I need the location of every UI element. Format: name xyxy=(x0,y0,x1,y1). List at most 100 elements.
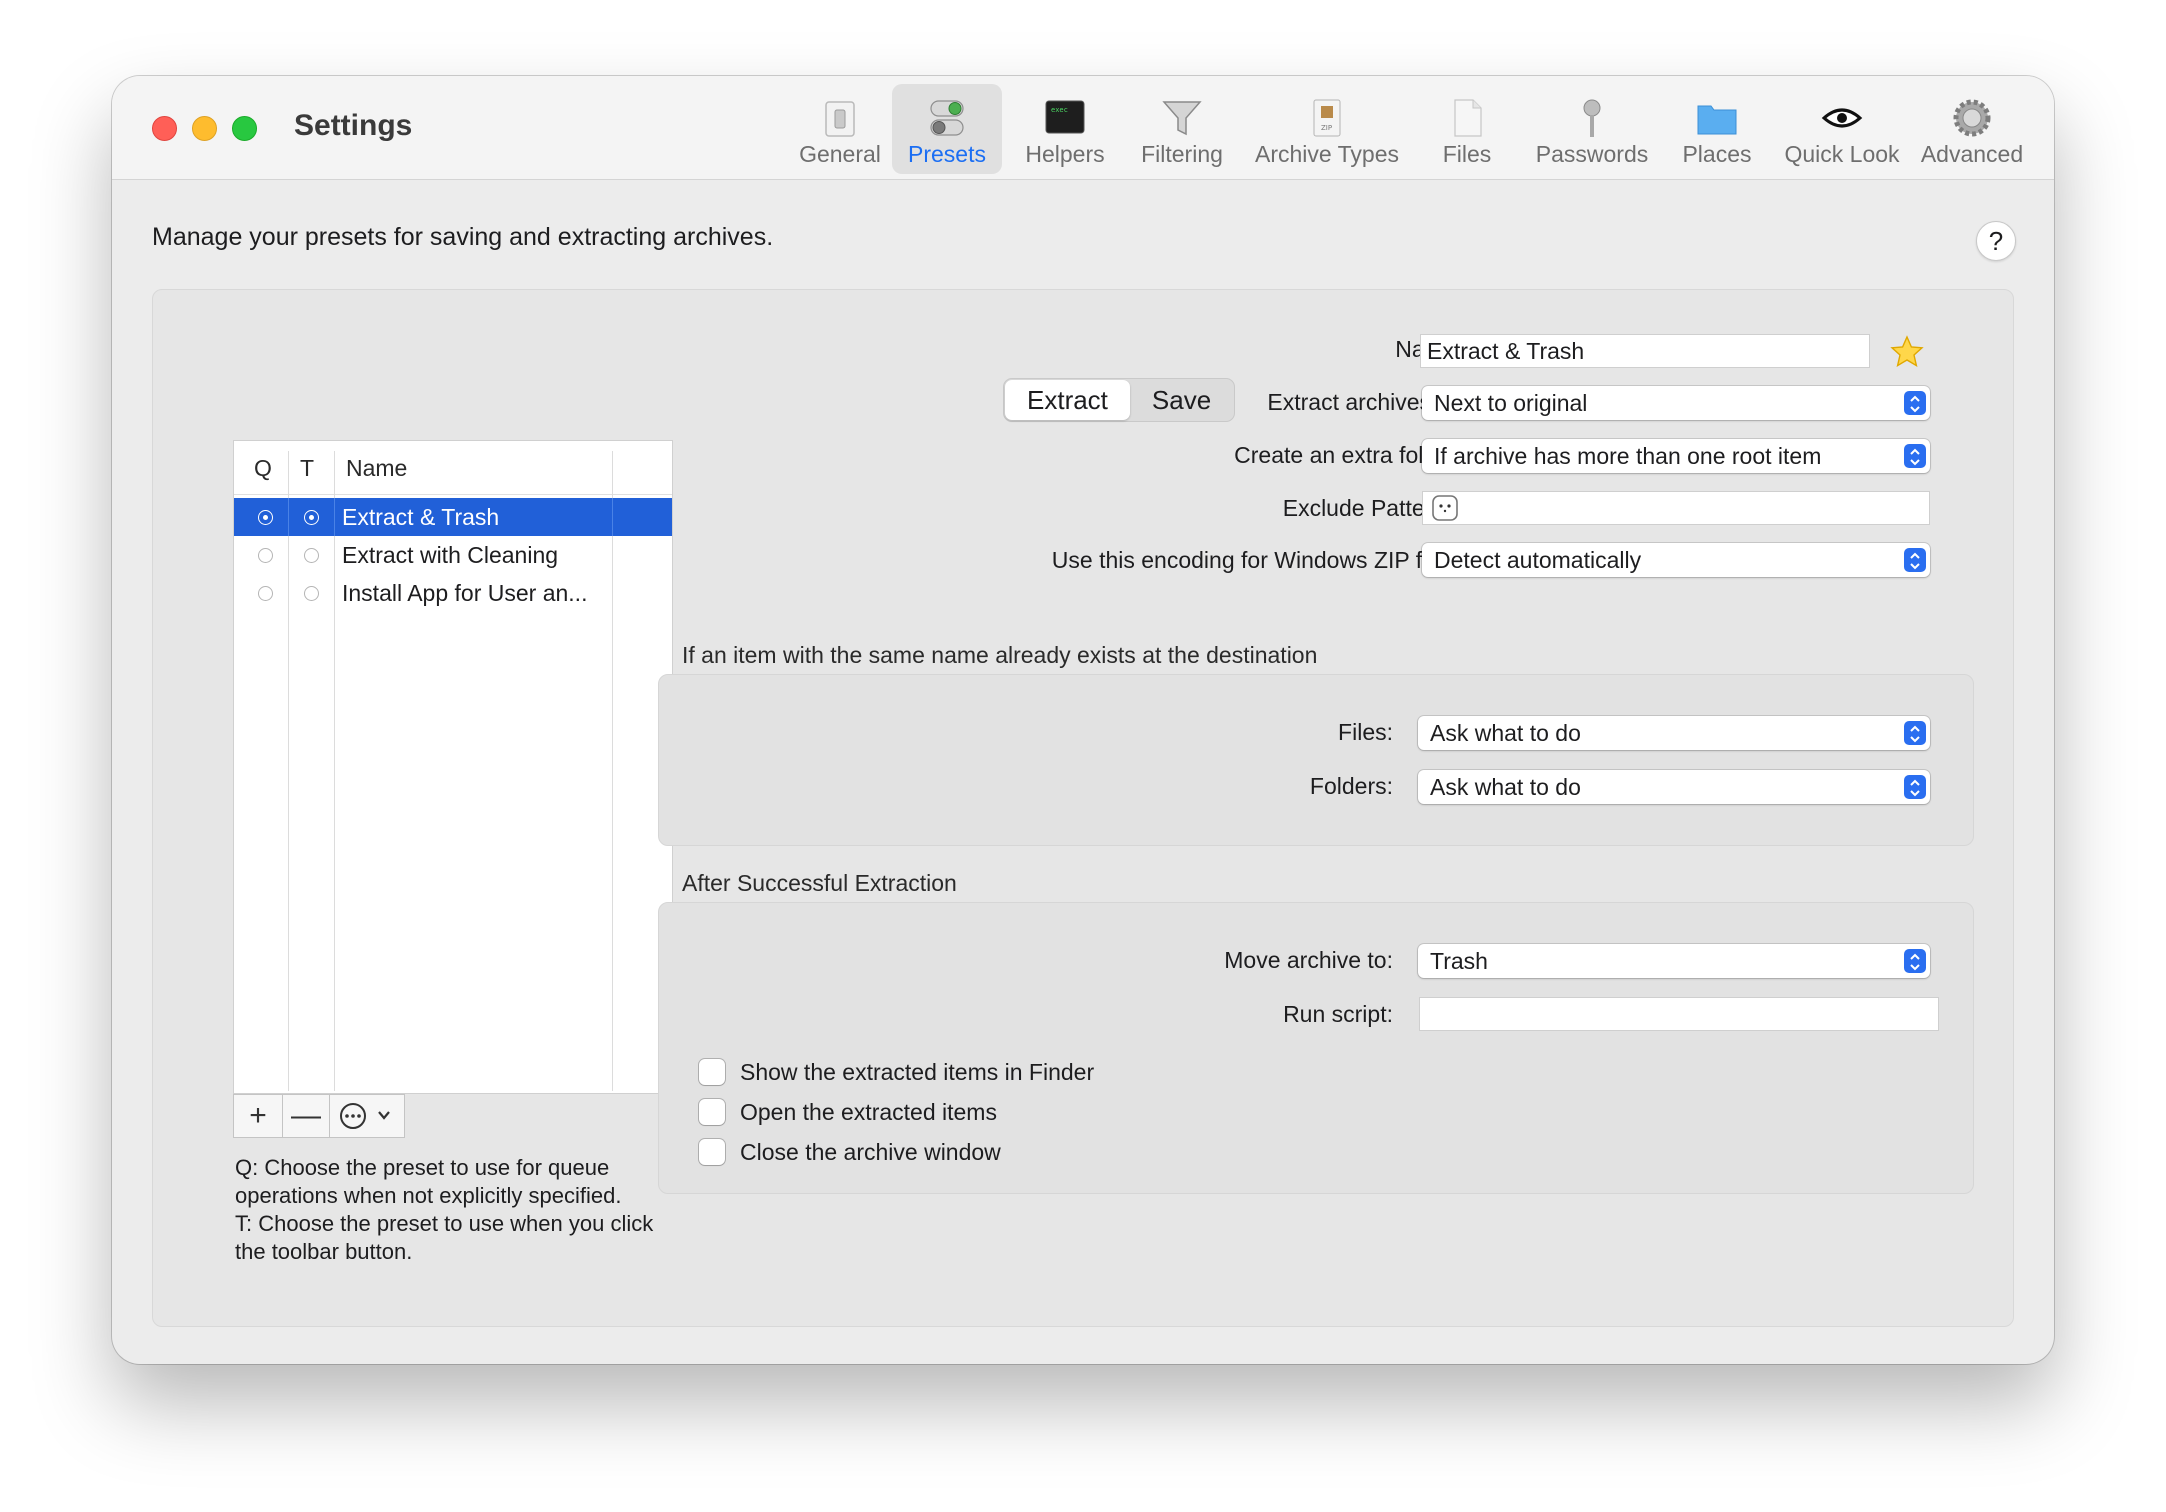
open-extracted-items-label: Open the extracted items xyxy=(740,1099,997,1125)
tab-extract[interactable]: Extract xyxy=(1005,380,1130,420)
toolbar-label: Advanced xyxy=(1920,141,2024,167)
popup-value: Ask what to do xyxy=(1430,774,1581,800)
toolbar-label: Filtering xyxy=(1141,141,1223,167)
column-header-name[interactable]: Name xyxy=(346,455,407,482)
toolbar-archive-types[interactable]: ZIP Archive Types xyxy=(1242,84,1412,174)
toolbar-helpers[interactable]: exec Helpers xyxy=(1010,84,1120,174)
toolbar-default-radio[interactable] xyxy=(304,586,319,601)
more-actions-icon xyxy=(340,1103,390,1129)
conflict-group-title: If an item with the same name already ex… xyxy=(682,642,1318,668)
files-label: Files: xyxy=(1338,719,1393,745)
passwords-key-icon xyxy=(1583,99,1601,137)
column-divider xyxy=(612,498,613,536)
toolbar-label: Places xyxy=(1682,141,1752,167)
toolbar-label: Quick Look xyxy=(1784,141,1900,167)
close-archive-window-checkbox[interactable] xyxy=(699,1139,725,1165)
column-header-t[interactable]: T xyxy=(300,455,314,482)
quick-look-eye-icon xyxy=(1821,108,1863,128)
toolbar-label: Presets xyxy=(908,141,986,167)
folders-conflict-popup[interactable]: Ask what to do xyxy=(1418,770,1930,804)
toolbar-files[interactable]: Files xyxy=(1412,84,1522,174)
toolbar-advanced[interactable]: Advanced xyxy=(1912,84,2032,174)
table-header: Q T Name xyxy=(234,441,672,495)
toolbar-presets[interactable]: Presets xyxy=(892,84,1002,174)
filtering-funnel-icon xyxy=(1162,101,1202,136)
settings-window: Settings General Presets exec Helpers Fi… xyxy=(112,76,2054,1364)
table-row[interactable]: Extract with Cleaning xyxy=(234,536,672,574)
tab-save[interactable]: Save xyxy=(1130,380,1233,420)
toolbar-default-radio[interactable] xyxy=(304,510,319,525)
popup-stepper-icon xyxy=(1904,721,1926,745)
popup-value: Ask what to do xyxy=(1430,720,1581,746)
toolbar-filtering[interactable]: Filtering xyxy=(1122,84,1242,174)
advanced-gear-icon xyxy=(1953,99,1991,137)
svg-text:exec: exec xyxy=(1051,106,1068,114)
toolbar-places[interactable]: Places xyxy=(1662,84,1772,174)
svg-text:ZIP: ZIP xyxy=(1321,124,1332,132)
files-document-icon xyxy=(1454,99,1482,137)
help-button[interactable]: ? xyxy=(1976,221,2016,261)
encoding-popup[interactable]: Detect automatically xyxy=(1422,543,1930,577)
toolbar-passwords[interactable]: Passwords xyxy=(1522,84,1662,174)
folders-label: Folders: xyxy=(1309,773,1393,799)
star-icon[interactable] xyxy=(1889,334,1925,370)
minimize-window-button[interactable] xyxy=(192,116,217,141)
table-row[interactable]: Extract & Trash xyxy=(234,498,672,536)
toolbar-label: General xyxy=(799,141,881,167)
show-in-finder-checkbox[interactable] xyxy=(699,1059,725,1085)
presets-toggles-icon xyxy=(930,100,964,136)
popup-stepper-icon xyxy=(1904,391,1926,415)
toolbar-default-radio[interactable] xyxy=(304,548,319,563)
move-archive-popup[interactable]: Trash xyxy=(1418,944,1930,978)
preset-name: Extract with Cleaning xyxy=(342,542,559,568)
close-archive-window-label: Close the archive window xyxy=(740,1139,1001,1165)
queue-default-radio[interactable] xyxy=(258,548,273,563)
open-extracted-items-checkbox[interactable] xyxy=(699,1099,725,1125)
helpers-terminal-icon: exec xyxy=(1045,100,1085,134)
preset-name: Install App for User an... xyxy=(342,580,588,606)
run-script-field[interactable] xyxy=(1419,997,1939,1031)
window-title: Settings xyxy=(294,109,413,142)
popup-stepper-icon xyxy=(1904,548,1926,572)
files-conflict-popup[interactable]: Ask what to do xyxy=(1418,716,1930,750)
toolbar-label: Files xyxy=(1442,141,1492,167)
toolbar-quick-look[interactable]: Quick Look xyxy=(1772,84,1912,174)
zoom-window-button[interactable] xyxy=(232,116,257,141)
popup-stepper-icon xyxy=(1904,949,1926,973)
popup-stepper-icon xyxy=(1904,444,1926,468)
toolbar-general[interactable]: General xyxy=(788,84,892,174)
presets-pane: Manage your presets for saving and extra… xyxy=(112,181,2054,1364)
toolbar-label: Helpers xyxy=(1025,141,1105,167)
toolbar-label: Archive Types xyxy=(1254,141,1400,167)
places-folder-icon xyxy=(1697,105,1737,135)
extra-folder-popup[interactable]: If archive has more than one root item xyxy=(1422,439,1930,473)
preset-table[interactable]: Q T Name Extract & Trash Extract with Cl… xyxy=(233,440,673,1094)
conflict-group-box: Files: Ask what to do Folders: Ask what … xyxy=(658,674,1974,846)
remove-preset-button[interactable]: — xyxy=(282,1094,330,1138)
queue-default-radio[interactable] xyxy=(258,510,273,525)
popup-value: Next to original xyxy=(1434,390,1588,416)
pane-description: Manage your presets for saving and extra… xyxy=(152,223,774,251)
encoding-label: Use this encoding for Windows ZIP files: xyxy=(1051,547,1463,573)
extract-to-popup[interactable]: Next to original xyxy=(1422,386,1930,420)
exclude-patterns-field[interactable] xyxy=(1422,491,1930,525)
column-divider xyxy=(334,498,335,536)
run-script-label: Run script: xyxy=(1283,1001,1393,1027)
add-preset-button[interactable]: + xyxy=(233,1094,283,1138)
close-window-button[interactable] xyxy=(152,116,177,141)
presets-panel: Q T Name Extract & Trash Extract with Cl… xyxy=(152,289,2014,1327)
archive-types-icon: ZIP xyxy=(1313,99,1341,137)
general-switch-icon xyxy=(825,101,855,137)
preset-actions-menu-button[interactable] xyxy=(329,1094,405,1138)
popup-value: Detect automatically xyxy=(1434,547,1642,573)
extract-save-segmented-control: Extract Save xyxy=(1003,378,1236,422)
preset-name: Extract & Trash xyxy=(342,504,500,530)
queue-default-radio[interactable] xyxy=(258,586,273,601)
column-header-q[interactable]: Q xyxy=(254,455,272,482)
table-button-bar: + — xyxy=(233,1094,405,1138)
move-archive-label: Move archive to: xyxy=(1224,947,1393,973)
preset-name-field[interactable]: Extract & Trash xyxy=(1420,334,1870,368)
popup-value: If archive has more than one root item xyxy=(1434,443,1822,469)
table-row[interactable]: Install App for User an... xyxy=(234,574,672,612)
toolbar-default-note: T: Choose the preset to use when you cli… xyxy=(235,1211,654,1264)
